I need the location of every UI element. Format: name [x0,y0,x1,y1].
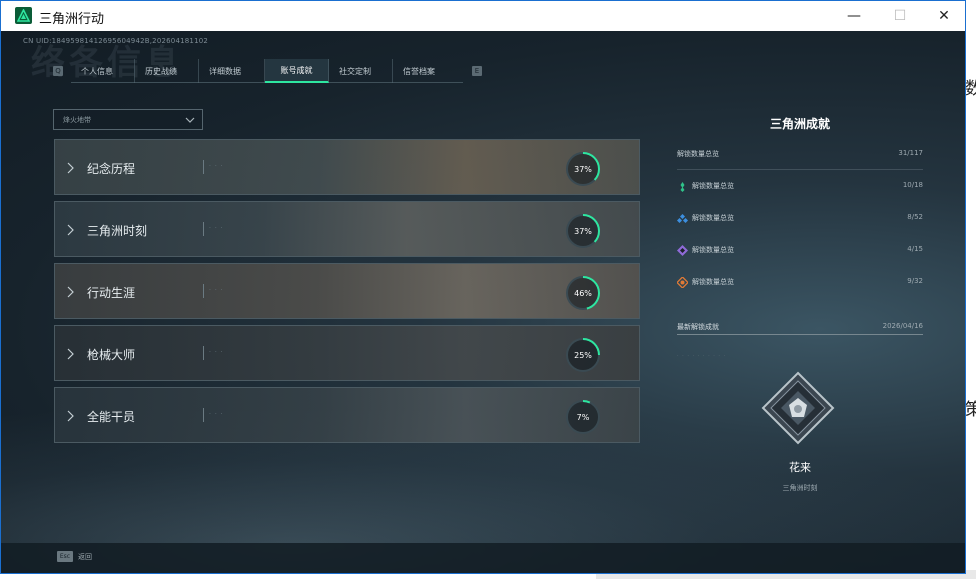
tab-achievements[interactable]: 账号成就 [265,59,329,83]
mode-filter-dropdown[interactable]: 烽火地带 [53,109,203,130]
tier-unlock-value: 9/32 [907,277,923,285]
divider [677,334,923,335]
progress-percent: 25% [574,350,592,360]
purple-tier-icon [677,245,688,256]
decorative-dots: · · · [209,411,224,418]
player-uid: CN UID:18495981412695604942B,20260418110… [23,37,209,45]
tab-reputation[interactable]: 信誉档案 [393,59,461,83]
achievement-category-card[interactable]: 纪念历程 · · · 37% [54,139,640,195]
achievement-category-card[interactable]: 行动生涯 · · · 46% [54,263,640,319]
decorative-dots: · · · · · · · · · · [677,353,727,359]
tab-prev-key[interactable]: Q [53,66,63,76]
tab-personal-info[interactable]: 个人信息 [71,59,135,83]
chevron-right-icon [67,410,74,422]
tab-bar: 个人信息 历史战绩 详细数据 账号成就 社交定制 信誉档案 [71,59,463,83]
back-label: 返回 [78,553,92,561]
green-tier-icon [680,182,685,192]
divider [677,169,923,170]
desktop-text-fragment: 数 [965,79,976,99]
app-window: 三角洲行动 — ☐ ✕ 络各信息 CN UID:1849598141269560… [0,0,966,574]
category-name: 纪念历程 [87,162,136,176]
total-unlock-label: 解锁数量总览 [677,150,719,158]
achievements-panel-title: 三角洲成就 [769,117,830,131]
window-title: 三角洲行动 [39,12,105,27]
chevron-right-icon [67,162,74,174]
divider [203,408,204,422]
chevron-right-icon [67,348,74,360]
divider [203,284,204,298]
blue-tier-icon [677,214,688,223]
achievement-category-card[interactable]: 全能干员 · · · 7% [54,387,640,443]
badge-name: 花来 [789,461,811,474]
category-name: 三角洲时刻 [87,224,148,238]
chevron-right-icon [67,286,74,298]
category-name: 全能干员 [87,410,136,424]
tab-next-key[interactable]: E [472,66,482,76]
progress-percent: 37% [574,164,592,174]
achievement-category-card[interactable]: 三角洲时刻 · · · 37% [54,201,640,257]
chevron-down-icon [185,117,195,123]
category-artwork [55,326,639,380]
badge-category: 三角洲时刻 [782,484,818,492]
tier-unlock-value: 10/18 [902,181,923,189]
latest-achievement-date: 2026/04/16 [882,322,923,330]
decorative-dots: · · · [209,287,224,294]
achievement-badge-icon[interactable] [761,371,835,445]
progress-percent: 7% [576,412,590,422]
category-name: 行动生涯 [87,286,136,300]
tier-unlock-label: 解锁数量总览 [692,246,734,254]
divider [203,222,204,236]
chevron-right-icon [67,224,74,236]
category-artwork [55,264,639,318]
tier-unlock-label: 解锁数量总览 [692,278,734,286]
tier-unlock-value: 8/52 [907,213,923,221]
category-artwork [55,388,639,442]
tier-unlock-row: 解锁数量总览 4/15 [677,245,923,259]
tier-unlock-row: 解锁数量总览 10/18 [677,181,923,195]
category-artwork [55,140,639,194]
app-logo-icon [15,7,32,24]
total-unlock-row: 解锁数量总览 31/117 [677,149,923,163]
tier-unlock-row: 解锁数量总览 9/32 [677,277,923,291]
tier-unlock-label: 解锁数量总览 [692,214,734,222]
desktop-text-fragment: 策 [965,400,976,420]
decorative-dots: · · · [209,225,224,232]
esc-key[interactable]: Esc [57,551,73,562]
tier-unlock-value: 4/15 [907,245,923,253]
tab-detailed-data[interactable]: 详细数据 [199,59,265,83]
minimize-button[interactable]: — [831,1,877,31]
maximize-button[interactable]: ☐ [877,1,923,31]
decorative-dots: · · · [209,163,224,170]
tab-match-history[interactable]: 历史战绩 [135,59,199,83]
achievement-category-card[interactable]: 枪械大师 · · · 25% [54,325,640,381]
total-unlock-value: 31/117 [898,149,923,157]
divider [203,346,204,360]
decorative-dots: · · · [209,349,224,356]
latest-achievement-label: 最新解锁成就 [677,323,719,331]
title-bar[interactable]: 三角洲行动 — ☐ ✕ [1,1,965,31]
orange-tier-icon [677,277,688,288]
game-content: 络各信息 CN UID:18495981412695604942B,202604… [1,31,965,573]
tier-unlock-label: 解锁数量总览 [692,182,734,190]
divider [203,160,204,174]
bottom-bar: Esc 返回 [1,543,965,573]
progress-percent: 37% [574,226,592,236]
category-name: 枪械大师 [87,348,136,362]
close-button[interactable]: ✕ [921,1,965,31]
tier-unlock-row: 解锁数量总览 8/52 [677,213,923,227]
progress-percent: 46% [574,288,592,298]
tab-social-custom[interactable]: 社交定制 [329,59,393,83]
mode-filter-value: 烽火地带 [63,115,91,124]
